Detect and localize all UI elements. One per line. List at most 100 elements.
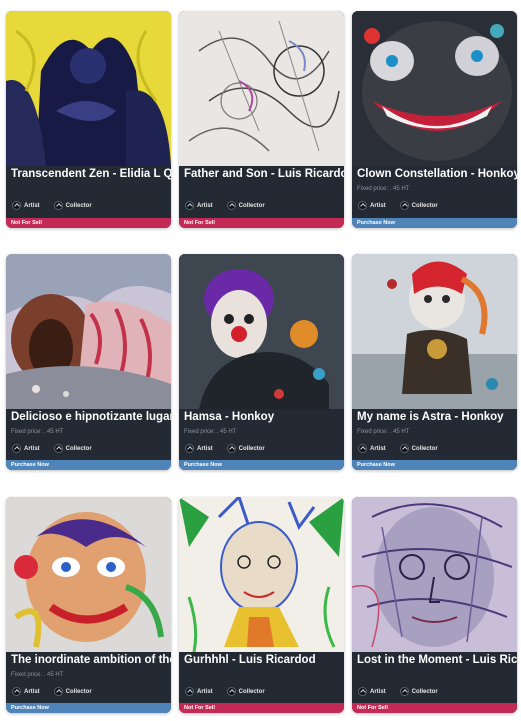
artwork-image[interactable] <box>6 254 171 409</box>
nft-card[interactable]: Father and Son - Luis Ricardod Artist Co… <box>179 11 344 228</box>
collector-icon <box>226 444 236 453</box>
artist-link[interactable]: Artist <box>358 687 386 696</box>
fixed-price: Fixed price: . 45 HT <box>11 429 64 435</box>
collector-icon <box>53 687 63 696</box>
artist-icon <box>12 444 21 453</box>
artist-icon <box>358 687 367 696</box>
collector-label: Collector <box>238 445 265 452</box>
artist-link[interactable]: Artist <box>12 444 40 453</box>
artist-link[interactable]: Artist <box>185 687 213 696</box>
card-title[interactable]: My name is Astra - Honkoy <box>357 411 517 423</box>
card-title[interactable]: Transcendent Zen - Elidia L Quin <box>11 168 171 180</box>
card-roles: Artist Collector <box>358 444 438 453</box>
artist-label: Artist <box>197 445 213 452</box>
collector-link[interactable]: Collector <box>226 444 265 453</box>
artist-label: Artist <box>197 688 213 695</box>
artwork-image[interactable] <box>352 497 517 652</box>
collector-icon <box>399 444 409 453</box>
artwork-image[interactable] <box>352 11 517 166</box>
fixed-price: Fixed price: . 45 HT <box>357 429 410 435</box>
artist-label: Artist <box>197 202 213 209</box>
nft-card[interactable]: Gurhhhl - Luis Ricardod Artist Collector… <box>179 497 344 713</box>
status-badge: Not For Sell <box>352 703 517 713</box>
artist-link[interactable]: Artist <box>185 444 213 453</box>
card-title[interactable]: Clown Constellation - Honkoy <box>357 168 517 180</box>
artist-icon <box>185 444 194 453</box>
card-title[interactable]: Father and Son - Luis Ricardod <box>184 168 344 180</box>
card-title[interactable]: Gurhhhl - Luis Ricardod <box>184 654 344 666</box>
collector-label: Collector <box>238 202 265 209</box>
card-roles: Artist Collector <box>358 201 438 210</box>
status-badge: Not For Sell <box>6 218 171 228</box>
artist-link[interactable]: Artist <box>358 201 386 210</box>
collector-link[interactable]: Collector <box>226 201 265 210</box>
card-roles: Artist Collector <box>358 687 438 696</box>
collector-label: Collector <box>65 688 92 695</box>
collector-label: Collector <box>411 202 438 209</box>
fixed-price: Fixed price: . 45 HT <box>184 429 237 435</box>
artist-label: Artist <box>370 688 386 695</box>
purchase-now-button[interactable]: Purchase Now <box>6 703 171 713</box>
nft-card[interactable]: Lost in the Moment - Luis Ricard Artist … <box>352 497 517 713</box>
collector-icon <box>53 444 63 453</box>
purchase-now-button[interactable]: Purchase Now <box>6 460 171 470</box>
collector-icon <box>226 687 236 696</box>
card-title[interactable]: The inordinate ambition of the c <box>11 654 171 666</box>
artist-icon <box>12 687 21 696</box>
collector-icon <box>226 201 236 210</box>
artist-icon <box>358 201 367 210</box>
fixed-price: Fixed price: . 45 HT <box>11 672 64 678</box>
artist-icon <box>12 201 21 210</box>
purchase-now-button[interactable]: Purchase Now <box>352 460 517 470</box>
collector-link[interactable]: Collector <box>226 687 265 696</box>
artist-link[interactable]: Artist <box>185 201 213 210</box>
artist-icon <box>358 444 367 453</box>
nft-card[interactable]: Clown Constellation - Honkoy Fixed price… <box>352 11 517 228</box>
collector-link[interactable]: Collector <box>399 687 438 696</box>
status-badge: Not For Sell <box>179 218 344 228</box>
artwork-image[interactable] <box>6 497 171 652</box>
card-roles: Artist Collector <box>12 201 92 210</box>
collector-icon <box>399 201 409 210</box>
nft-card-grid: Transcendent Zen - Elidia L Quin Artist … <box>0 0 521 721</box>
artist-link[interactable]: Artist <box>12 687 40 696</box>
card-title[interactable]: Lost in the Moment - Luis Ricard <box>357 654 517 666</box>
artist-icon <box>185 201 194 210</box>
collector-link[interactable]: Collector <box>53 444 92 453</box>
fixed-price: Fixed price: . 45 HT <box>357 186 410 192</box>
artist-label: Artist <box>370 202 386 209</box>
collector-link[interactable]: Collector <box>399 444 438 453</box>
purchase-now-button[interactable]: Purchase Now <box>179 460 344 470</box>
nft-card[interactable]: The inordinate ambition of the c Fixed p… <box>6 497 171 713</box>
nft-card[interactable]: Transcendent Zen - Elidia L Quin Artist … <box>6 11 171 228</box>
artist-label: Artist <box>24 202 40 209</box>
collector-link[interactable]: Collector <box>399 201 438 210</box>
nft-card[interactable]: Hamsa - Honkoy Fixed price: . 45 HT Arti… <box>179 254 344 470</box>
artist-icon <box>185 687 194 696</box>
purchase-now-button[interactable]: Purchase Now <box>352 218 517 228</box>
card-roles: Artist Collector <box>185 201 265 210</box>
card-roles: Artist Collector <box>185 687 265 696</box>
artwork-image[interactable] <box>179 11 344 166</box>
card-title[interactable]: Hamsa - Honkoy <box>184 411 344 423</box>
artwork-image[interactable] <box>179 254 344 409</box>
collector-label: Collector <box>65 202 92 209</box>
nft-card[interactable]: My name is Astra - Honkoy Fixed price: .… <box>352 254 517 470</box>
nft-card[interactable]: Delicioso e hipnotizante lugar! - Fixed … <box>6 254 171 470</box>
artwork-image[interactable] <box>6 11 171 166</box>
artist-label: Artist <box>370 445 386 452</box>
artist-link[interactable]: Artist <box>358 444 386 453</box>
collector-icon <box>53 201 63 210</box>
collector-label: Collector <box>238 688 265 695</box>
artwork-image[interactable] <box>179 497 344 652</box>
collector-icon <box>399 687 409 696</box>
card-title[interactable]: Delicioso e hipnotizante lugar! - <box>11 411 171 423</box>
collector-label: Collector <box>65 445 92 452</box>
artist-label: Artist <box>24 688 40 695</box>
card-roles: Artist Collector <box>185 444 265 453</box>
artist-label: Artist <box>24 445 40 452</box>
collector-link[interactable]: Collector <box>53 687 92 696</box>
artwork-image[interactable] <box>352 254 517 409</box>
artist-link[interactable]: Artist <box>12 201 40 210</box>
collector-link[interactable]: Collector <box>53 201 92 210</box>
